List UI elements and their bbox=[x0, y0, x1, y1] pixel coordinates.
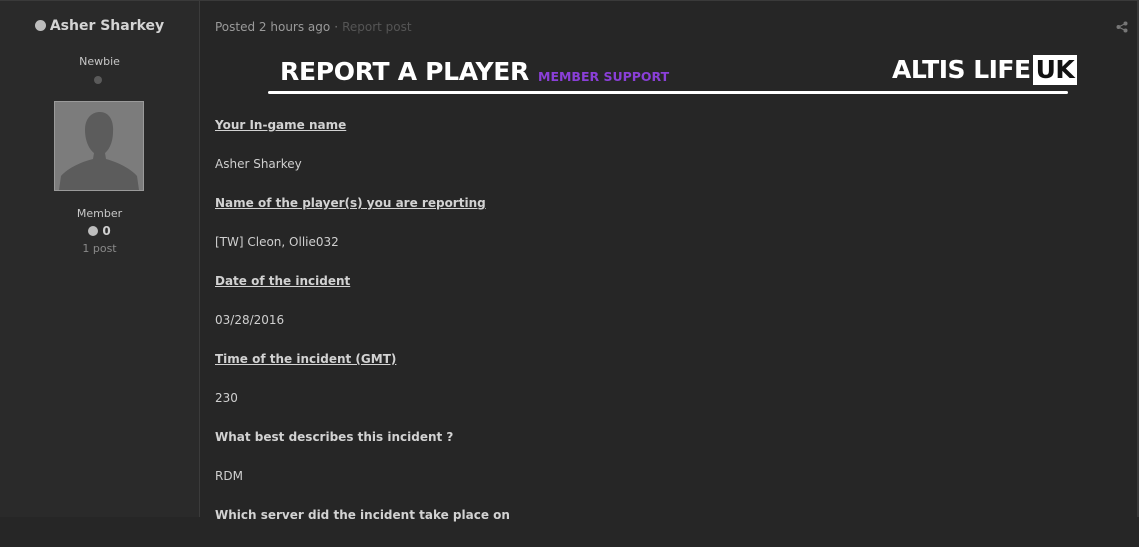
field-question: What best describes this incident ? bbox=[215, 430, 1095, 469]
banner-underline bbox=[268, 91, 1068, 94]
author-reputation: 0 bbox=[0, 224, 199, 238]
logo-uk-box: UK bbox=[1032, 55, 1078, 85]
field-answer: Asher Sharkey bbox=[215, 157, 1095, 196]
field-question: Time of the incident (GMT) bbox=[215, 352, 1095, 391]
online-status-icon bbox=[34, 20, 46, 31]
author-name-block[interactable]: Asher Sharkey bbox=[0, 18, 199, 34]
question-text: Your In-game name bbox=[215, 118, 347, 132]
banner-title: REPORT A PLAYER bbox=[280, 57, 529, 86]
share-icon[interactable] bbox=[1116, 21, 1128, 33]
question-text: Which server did the incident take place… bbox=[215, 508, 510, 522]
report-banner-image: REPORT A PLAYER MEMBER SUPPORT ALTIS LIF… bbox=[268, 54, 1078, 98]
field-question: Date of the incident bbox=[215, 274, 1095, 313]
answer-text: Asher Sharkey bbox=[215, 157, 302, 171]
rank-pip-icon bbox=[94, 76, 102, 84]
altis-life-logo: ALTIS LIFE UK bbox=[892, 55, 1078, 85]
logo-text: ALTIS LIFE bbox=[892, 55, 1031, 84]
post-timestamp[interactable]: Posted 2 hours ago bbox=[215, 20, 330, 34]
question-text: What best describes this incident ? bbox=[215, 430, 454, 444]
field-answer: [TW] Cleon, Ollie032 bbox=[215, 235, 1095, 274]
answer-text: 230 bbox=[215, 391, 238, 405]
reputation-icon bbox=[88, 226, 99, 236]
meta-separator: · bbox=[334, 20, 339, 34]
post-content: Your In-game name Asher Sharkey Name of … bbox=[215, 118, 1095, 547]
field-question: Name of the player(s) you are reporting bbox=[215, 196, 1095, 235]
field-question: Which server did the incident take place… bbox=[215, 508, 1095, 547]
author-rank: Newbie bbox=[79, 55, 120, 68]
banner-subtitle: MEMBER SUPPORT bbox=[538, 69, 670, 84]
field-answer: RDM bbox=[215, 469, 1095, 508]
author-group: Member bbox=[76, 207, 123, 220]
author-post-count: 1 post bbox=[82, 242, 117, 255]
answer-text: 03/28/2016 bbox=[215, 313, 285, 327]
answer-text: [TW] Cleon, Ollie032 bbox=[215, 235, 339, 249]
answer-text: RDM bbox=[215, 469, 243, 483]
question-text: Date of the incident bbox=[215, 274, 351, 288]
field-answer: 03/28/2016 bbox=[215, 313, 1095, 352]
default-avatar-icon bbox=[55, 102, 143, 190]
report-post-link[interactable]: Report post bbox=[342, 20, 412, 34]
author-name[interactable]: Asher Sharkey bbox=[50, 18, 164, 34]
question-text: Time of the incident (GMT) bbox=[215, 352, 397, 366]
question-text: Name of the player(s) you are reporting bbox=[215, 196, 486, 210]
reputation-value: 0 bbox=[102, 224, 111, 238]
author-sidebar: Asher Sharkey Newbie Member 0 1 post bbox=[0, 1, 200, 517]
field-answer: 230 bbox=[215, 391, 1095, 430]
field-question: Your In-game name bbox=[215, 118, 1095, 157]
avatar[interactable] bbox=[54, 101, 144, 191]
post-meta: Posted 2 hours ago · Report post bbox=[215, 20, 412, 34]
